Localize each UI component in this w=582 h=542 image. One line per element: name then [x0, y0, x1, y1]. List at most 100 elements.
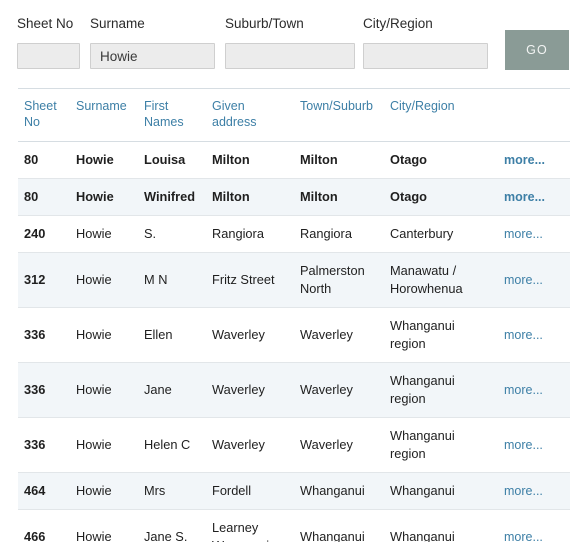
- go-button[interactable]: GO: [505, 30, 569, 70]
- cell-more: more...: [498, 362, 570, 418]
- column-header-surname[interactable]: Surname: [70, 88, 138, 142]
- table-header-row: Sheet No Surname First Names Given addre…: [18, 88, 570, 142]
- cell-surname: Howie: [70, 472, 138, 510]
- cell-sheet-no[interactable]: 80: [18, 178, 70, 216]
- cell-more: more...: [498, 509, 570, 542]
- cell-sheet-no[interactable]: 466: [18, 509, 70, 542]
- cell-city-region: Whanganui: [384, 472, 498, 510]
- more-link[interactable]: more...: [504, 438, 543, 452]
- cell-sheet-no[interactable]: 80: [18, 141, 70, 179]
- column-header-first-names[interactable]: First Names: [138, 88, 206, 142]
- cell-first-names: Winifred: [138, 178, 206, 216]
- cell-more: more...: [498, 215, 570, 253]
- more-link[interactable]: more...: [504, 328, 543, 342]
- cell-given-address: Waverley: [206, 417, 294, 473]
- cell-given-address: Milton: [206, 141, 294, 179]
- results-table-wrapper: Sheet No Surname First Names Given addre…: [18, 88, 570, 542]
- cell-sheet-no[interactable]: 336: [18, 362, 70, 418]
- table-row[interactable]: 466HowieJane S.Learney WanganuiWhanganui…: [18, 509, 570, 542]
- results-table: Sheet No Surname First Names Given addre…: [18, 88, 570, 542]
- cell-surname: Howie: [70, 307, 138, 363]
- cell-town-suburb: Waverley: [294, 362, 384, 418]
- field-label-surname: Surname: [90, 16, 145, 31]
- column-header-given-address[interactable]: Given address: [206, 88, 294, 142]
- column-header-actions: [498, 88, 570, 142]
- cell-given-address: Fritz Street: [206, 252, 294, 308]
- table-row[interactable]: 312 Howie M N Fritz Street Palmerston North M…: [18, 252, 570, 308]
- cell-city-region: Canterbury: [384, 215, 498, 253]
- field-label-suburb-town: Suburb/Town: [225, 16, 304, 31]
- column-header-sheet-no[interactable]: Sheet No: [18, 88, 70, 142]
- cell-more: more...: [498, 307, 570, 363]
- table-row[interactable]: 80 Howie Winifred Milton Milton Otago more...: [18, 178, 570, 216]
- surname-input[interactable]: [90, 43, 215, 69]
- cell-first-names: Jane: [138, 362, 206, 418]
- more-link[interactable]: more...: [504, 484, 543, 498]
- more-link[interactable]: more...: [504, 273, 543, 287]
- cell-sheet-no[interactable]: 312: [18, 252, 70, 308]
- search-results-page: Sheet No Surname Suburb/Town City/Region…: [0, 0, 582, 542]
- table-row[interactable]: 336 Howie Ellen Waverley Waverley Whanganui r…: [18, 307, 570, 363]
- search-form: Sheet No Surname Suburb/Town City/Region…: [0, 0, 582, 85]
- more-link[interactable]: more...: [504, 190, 545, 204]
- table-row[interactable]: 336 Howie Jane Waverley Waverley Whanganui re…: [18, 362, 570, 418]
- table-row[interactable]: 80 Howie Louisa Milton Milton Otago more...: [18, 141, 570, 179]
- cell-town-suburb: Milton: [294, 178, 384, 216]
- cell-given-address: Rangiora: [206, 215, 294, 253]
- results-table-head: Sheet No Surname First Names Given addre…: [18, 88, 570, 142]
- table-row[interactable]: 336 Howie Helen C Waverley Waverley Whanganui…: [18, 417, 570, 473]
- cell-surname: Howie: [70, 252, 138, 308]
- cell-more: more...: [498, 178, 570, 216]
- cell-city-region: Whanganui region: [384, 307, 498, 363]
- column-header-town-suburb[interactable]: Town/Suburb: [294, 88, 384, 142]
- cell-first-names: Jane S.: [138, 509, 206, 542]
- cell-surname: Howie: [70, 509, 138, 542]
- cell-given-address: Learney Wanganui: [206, 509, 294, 542]
- more-link[interactable]: more...: [504, 530, 543, 542]
- cell-first-names: Louisa: [138, 141, 206, 179]
- sheet-no-input[interactable]: [17, 43, 80, 69]
- cell-town-suburb: Whanganui: [294, 509, 384, 542]
- cell-city-region: Whanganui region: [384, 417, 498, 473]
- cell-given-address: Waverley: [206, 307, 294, 363]
- cell-sheet-no[interactable]: 464: [18, 472, 70, 510]
- suburb-town-input[interactable]: [225, 43, 355, 69]
- cell-town-suburb: Palmerston North: [294, 252, 384, 308]
- cell-first-names: M N: [138, 252, 206, 308]
- column-header-city-region[interactable]: City/Region: [384, 88, 498, 142]
- table-row[interactable]: 240 Howie S. Rangiora Rangiora Canterbury more…: [18, 215, 570, 253]
- cell-town-suburb: Whanganui: [294, 472, 384, 510]
- cell-city-region: Whanganui: [384, 509, 498, 542]
- cell-sheet-no[interactable]: 336: [18, 307, 70, 363]
- cell-given-address: Waverley: [206, 362, 294, 418]
- cell-more: more...: [498, 472, 570, 510]
- table-row[interactable]: 464 Howie Mrs Fordell Whanganui Whanganui more…: [18, 472, 570, 510]
- cell-sheet-no[interactable]: 240: [18, 215, 70, 253]
- more-link[interactable]: more...: [504, 227, 543, 241]
- cell-given-address: Milton: [206, 178, 294, 216]
- cell-town-suburb: Milton: [294, 141, 384, 179]
- cell-sheet-no[interactable]: 336: [18, 417, 70, 473]
- cell-surname: Howie: [70, 215, 138, 253]
- cell-city-region: Otago: [384, 178, 498, 216]
- field-label-sheet-no: Sheet No: [17, 16, 74, 31]
- cell-town-suburb: Waverley: [294, 307, 384, 363]
- cell-surname: Howie: [70, 178, 138, 216]
- cell-first-names: Helen C: [138, 417, 206, 473]
- cell-first-names: Ellen: [138, 307, 206, 363]
- cell-first-names: S.: [138, 215, 206, 253]
- cell-town-suburb: Rangiora: [294, 215, 384, 253]
- cell-more: more...: [498, 252, 570, 308]
- cell-surname: Howie: [70, 417, 138, 473]
- cell-city-region: Otago: [384, 141, 498, 179]
- cell-city-region: Manawatu / Horowhenua: [384, 252, 498, 308]
- more-link[interactable]: more...: [504, 383, 543, 397]
- results-table-body: 80 Howie Louisa Milton Milton Otago more... 80 H…: [18, 141, 570, 542]
- cell-more: more...: [498, 417, 570, 473]
- city-region-input[interactable]: [363, 43, 488, 69]
- field-label-city-region: City/Region: [363, 16, 433, 31]
- more-link[interactable]: more...: [504, 153, 545, 167]
- cell-city-region: Whanganui region: [384, 362, 498, 418]
- cell-more: more...: [498, 141, 570, 179]
- cell-town-suburb: Waverley: [294, 417, 384, 473]
